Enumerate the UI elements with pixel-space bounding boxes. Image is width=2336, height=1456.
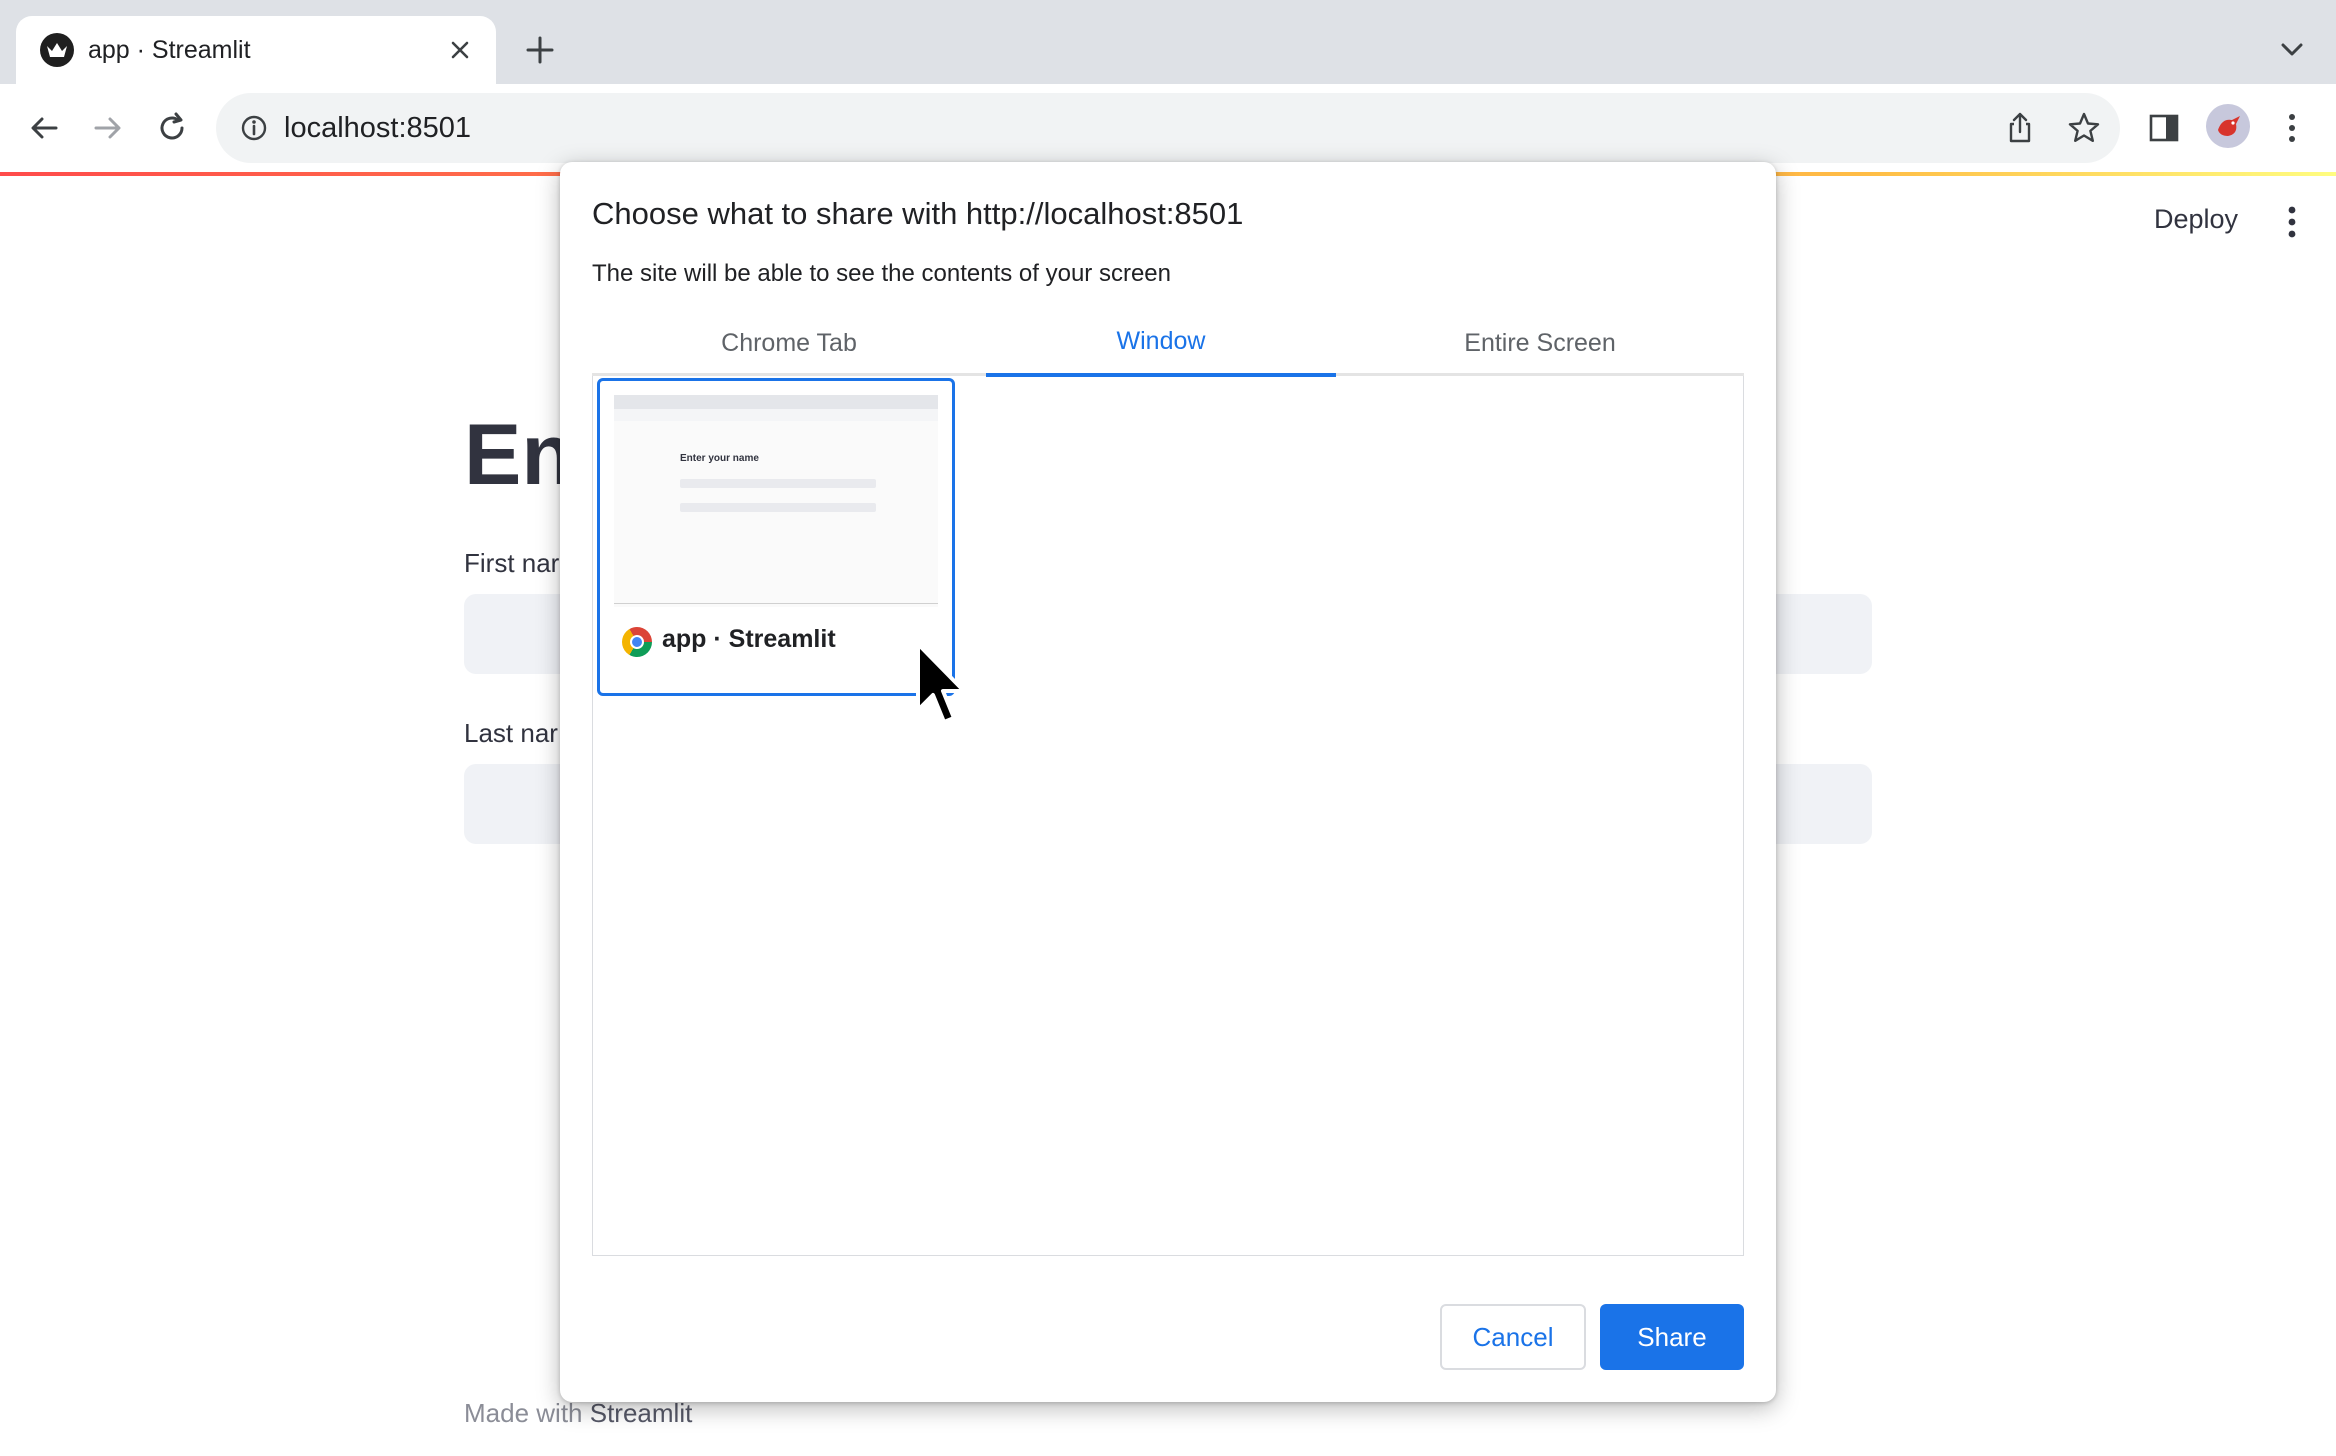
browser-menu-kebab-icon[interactable]	[2270, 106, 2314, 150]
thumbnail-field	[680, 479, 876, 488]
thumbnail-tabstrip	[614, 395, 938, 409]
window-source-label: app · Streamlit	[662, 625, 836, 653]
streamlit-favicon-icon	[40, 33, 74, 67]
app-menu-kebab-icon[interactable]	[2280, 202, 2304, 242]
bookmark-star-icon[interactable]	[2066, 110, 2102, 146]
reload-icon[interactable]	[150, 106, 194, 150]
made-with-streamlit-footer: Made with Streamlit	[464, 1398, 692, 1429]
share-page-icon[interactable]	[2002, 110, 2038, 146]
tab-window[interactable]: Window	[986, 310, 1336, 377]
window-source-list: Enter your name app · Streamlit	[592, 376, 1744, 1256]
new-tab-plus-icon[interactable]	[520, 30, 560, 70]
first-name-label: First nar	[464, 548, 560, 578]
back-arrow-icon[interactable]	[22, 106, 66, 150]
thumbnail-toolbar	[614, 409, 938, 421]
window-source-app-streamlit[interactable]: Enter your name app · Streamlit	[597, 378, 955, 696]
deploy-button[interactable]: Deploy	[2154, 204, 2238, 235]
last-name-label: Last nar	[464, 718, 558, 748]
close-tab-icon[interactable]	[444, 34, 476, 66]
window-preview-thumbnail: Enter your name	[614, 395, 938, 607]
footer-prefix: Made with	[464, 1398, 590, 1428]
share-source-tabs: Chrome Tab Window Entire Screen	[592, 310, 1744, 377]
tab-entire-screen[interactable]: Entire Screen	[1336, 310, 1744, 376]
browser-tabstrip: app · Streamlit	[0, 0, 2336, 84]
page-title: En	[464, 407, 574, 503]
site-info-icon[interactable]	[238, 112, 270, 144]
tab-search-chevron-down-icon[interactable]	[2274, 32, 2310, 68]
address-bar-url: localhost:8501	[284, 112, 472, 144]
address-bar[interactable]: localhost:8501	[216, 93, 2120, 163]
dialog-title: Choose what to share with http://localho…	[592, 196, 1244, 231]
chrome-icon	[622, 627, 652, 657]
browser-toolbar: localhost:8501	[0, 84, 2336, 172]
share-button[interactable]: Share	[1600, 1304, 1744, 1370]
side-panel-icon[interactable]	[2142, 106, 2186, 150]
tab-chrome-tab[interactable]: Chrome Tab	[592, 310, 986, 376]
mouse-pointer-icon	[914, 640, 970, 732]
footer-streamlit-link[interactable]: Streamlit	[590, 1398, 693, 1428]
thumbnail-field	[680, 503, 876, 512]
dialog-subtitle: The site will be able to see the content…	[592, 260, 1171, 287]
browser-tab-title: app · Streamlit	[88, 36, 251, 64]
profile-avatar[interactable]	[2206, 104, 2250, 148]
card-divider	[614, 603, 938, 604]
browser-tab-app-streamlit[interactable]: app · Streamlit	[16, 16, 496, 84]
share-screen-dialog: Choose what to share with http://localho…	[560, 162, 1776, 1402]
thumbnail-heading: Enter your name	[680, 453, 759, 464]
forward-arrow-icon[interactable]	[86, 106, 130, 150]
cancel-button[interactable]: Cancel	[1440, 1304, 1586, 1370]
